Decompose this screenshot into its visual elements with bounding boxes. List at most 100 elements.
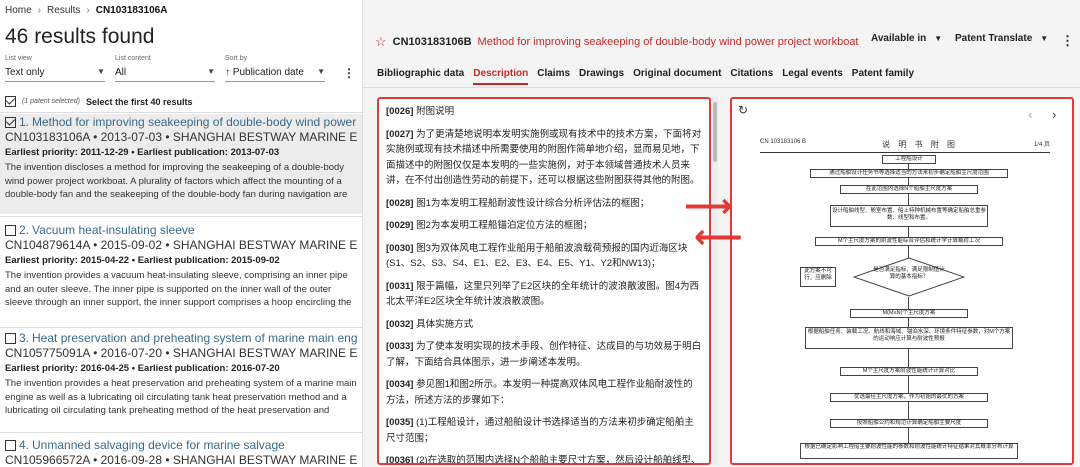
result-title[interactable]: Heat preservation and preheating system … bbox=[32, 332, 357, 345]
available-in-button[interactable]: Available in ▼ bbox=[871, 33, 942, 44]
result-checkbox[interactable] bbox=[5, 225, 16, 236]
breadcrumb: Home › Results › CN103183106A bbox=[5, 5, 167, 16]
result-item[interactable]: 1. Method for improving seakeeping of dou… bbox=[0, 114, 362, 214]
chevron-down-icon: ▼ bbox=[207, 67, 215, 76]
select-first-40-link[interactable]: Select the first 40 results bbox=[86, 97, 193, 107]
result-meta: CN103183106A • 2013-07-03 • SHANGHAI BES… bbox=[5, 131, 357, 144]
available-in-label: Available in bbox=[871, 33, 927, 44]
chevron-down-icon: ▼ bbox=[97, 67, 105, 76]
result-number: 4. bbox=[19, 439, 30, 452]
list-view-label: List view bbox=[5, 55, 32, 62]
list-content-select[interactable]: List content All ▼ bbox=[115, 55, 215, 82]
chevron-left-icon[interactable]: ‹ bbox=[1028, 107, 1032, 122]
result-item[interactable]: 3. Heat preservation and preheating syste… bbox=[0, 330, 362, 434]
chevron-right-icon: › bbox=[37, 5, 42, 16]
drawing-doc-number: CN 103183106 B bbox=[760, 139, 807, 145]
patent-number: CN103183106B bbox=[392, 36, 472, 48]
selection-row: (1 patent selected) Select the first 40 … bbox=[5, 96, 193, 107]
tab-patent-family[interactable]: Patent family bbox=[852, 68, 914, 85]
flowchart-box: 根据已确定影响工程船主要耐波性能的参数和耐波性能统计特征结果对其概率分布计算 bbox=[800, 443, 1018, 459]
result-title[interactable]: Vacuum heat-insulating sleeve bbox=[32, 224, 195, 237]
select-all-checkbox[interactable] bbox=[5, 96, 16, 107]
drawing-heading: 说 明 书 附 图 bbox=[882, 140, 958, 149]
flowchart-box: M(M≤N)个主尺度方案 bbox=[850, 309, 968, 318]
result-item[interactable]: 2. Vacuum heat-insulating sleeve CN104879… bbox=[0, 222, 362, 326]
paragraph: [0030] 图3为双体风电工程作业船用于船舶波浪载荷预报的国内近海区块(S1、… bbox=[386, 242, 688, 270]
chevron-right-icon[interactable]: › bbox=[1052, 107, 1056, 122]
result-checkbox[interactable] bbox=[5, 333, 16, 344]
list-content-value: All bbox=[115, 67, 127, 78]
paragraph: [0036] (2)在选取的范围内选择N个船舶主要尺寸方案，然后设计船舶线型、船 bbox=[386, 455, 701, 465]
result-number: 1. bbox=[19, 116, 30, 129]
paragraph: [0032] 具体实施方式 bbox=[386, 318, 474, 330]
filters-bar: List view Text only ▼ List content All ▼ S… bbox=[5, 55, 325, 82]
flowchart-box: M个主尺度方案的耐波性能综合评估和统计学计算载荷工况 bbox=[815, 237, 1003, 246]
paragraph: [0033] 为了使本发明实现的技术手段、创作特征、达成目的与功效易于明白了解，… bbox=[386, 341, 702, 368]
flowchart-box: 根据船舶任务、装载工况、航线和海域、锚泊水深、环境条件特征参数，对M个方案的运动… bbox=[805, 327, 1013, 349]
patent-translate-button[interactable]: Patent Translate ▼ bbox=[955, 33, 1048, 44]
flowchart-box: 通过船舶设计任务书等选择适当的方法来初步确定船舶主尺度范围 bbox=[810, 169, 1008, 178]
result-priority: Earliest priority: 2015-04-22 • Earliest… bbox=[5, 255, 280, 266]
result-priority: Earliest priority: 2016-04-25 • Earliest… bbox=[5, 363, 280, 374]
patent-tabs: Bibliographic data Description Claims Dr… bbox=[377, 68, 914, 85]
arrow-left-icon: ⟵ bbox=[694, 217, 743, 257]
chevron-down-icon: ▼ bbox=[317, 67, 325, 76]
description-text: [0026] 附图说明 [0027] 为了更清楚地说明本发明实施例或现有技术中的… bbox=[377, 97, 711, 465]
paragraph: [0028] 图1为本发明工程船耐波性设计综合分析评估法的框图； bbox=[386, 197, 650, 209]
chevron-down-icon: ▼ bbox=[1040, 34, 1049, 43]
breadcrumb-results[interactable]: Results bbox=[47, 5, 80, 16]
result-number: 3. bbox=[19, 332, 30, 345]
breadcrumb-current: CN103183106A bbox=[95, 5, 168, 16]
sort-by-label: Sort by bbox=[225, 55, 248, 62]
paragraph: [0034] 参见图1和图2所示。本发明一种提高双体风电工程作业船耐波性的方法，… bbox=[386, 379, 693, 406]
result-abstract: The invention provides a vacuum heat-ins… bbox=[5, 270, 352, 308]
breadcrumb-home[interactable]: Home bbox=[5, 5, 32, 16]
results-panel: Home › Results › CN103183106A 46 results… bbox=[0, 0, 362, 467]
result-checkbox[interactable] bbox=[5, 117, 16, 128]
result-title[interactable]: Unmanned salvaging device for marine sal… bbox=[32, 439, 285, 452]
flowchart-box: 设计船舶线型、舱室布置、船上特种机械布置等确定船舶总重参数、线型和布置。 bbox=[830, 205, 988, 227]
list-view-select[interactable]: List view Text only ▼ bbox=[5, 55, 105, 82]
rotate-icon[interactable]: ↻ bbox=[738, 103, 748, 117]
drawing-viewer: ↻ ‹ › CN 103183106 B 说 明 书 附 图 1/4 页 工程船… bbox=[730, 97, 1074, 465]
sort-by-value: ↑ Publication date bbox=[225, 67, 304, 78]
more-options-icon[interactable]: ⋮ bbox=[1061, 33, 1074, 49]
result-number: 2. bbox=[19, 224, 30, 237]
chevron-right-icon: › bbox=[86, 5, 90, 16]
tab-legal-events[interactable]: Legal events bbox=[782, 68, 843, 85]
tab-description[interactable]: Description bbox=[473, 68, 529, 85]
chevron-down-icon: ▼ bbox=[934, 34, 943, 43]
tab-original-document[interactable]: Original document bbox=[633, 68, 721, 85]
tab-citations[interactable]: Citations bbox=[730, 68, 773, 85]
drawing-page: 1/4 页 bbox=[1033, 142, 1050, 148]
results-count: 46 results found bbox=[5, 25, 155, 48]
list-view-value: Text only bbox=[5, 67, 45, 78]
sort-by-select[interactable]: Sort by ↑ Publication date ▼ bbox=[225, 55, 325, 82]
paragraph: [0035] (1)工程船设计，通过船舶设计书选择适当的方法来初步确定船舶主尺寸… bbox=[386, 417, 694, 444]
flowchart-box: 在此范围内选择N个船舶主尺度方案 bbox=[840, 185, 978, 194]
result-item[interactable]: 4. Unmanned salvaging device for marine s… bbox=[0, 437, 362, 467]
patent-title-row: ☆ CN103183106B Method for improving seak… bbox=[375, 34, 859, 50]
list-content-label: List content bbox=[115, 55, 151, 62]
flowchart-box: 工程船设计 bbox=[882, 155, 936, 164]
result-meta: CN104879614A • 2015-09-02 • SHANGHAI BES… bbox=[5, 239, 357, 252]
result-checkbox[interactable] bbox=[5, 440, 16, 451]
drawing-sheet: CN 103183106 B 说 明 书 附 图 1/4 页 工程船设计 通过船… bbox=[760, 129, 1050, 463]
result-meta: CN105966572A • 2016-09-28 • SHANGHAI BES… bbox=[5, 454, 357, 467]
result-title[interactable]: Method for improving seakeeping of doubl… bbox=[32, 116, 357, 129]
flowchart-box: M个主尺度方案耐波性能统计计算对比 bbox=[840, 367, 978, 376]
star-icon[interactable]: ☆ bbox=[375, 34, 387, 50]
tab-bibliographic-data[interactable]: Bibliographic data bbox=[377, 68, 464, 85]
flowchart-box: 此方案不可行，应删除 bbox=[800, 267, 836, 287]
selection-note: (1 patent selected) bbox=[22, 98, 80, 105]
more-options-icon[interactable]: ⋮ bbox=[343, 66, 355, 80]
tab-drawings[interactable]: Drawings bbox=[579, 68, 624, 85]
paragraph: [0029] 图2为本发明工程船锚泊定位方法的框图； bbox=[386, 220, 593, 231]
tab-claims[interactable]: Claims bbox=[537, 68, 570, 85]
patent-translate-label: Patent Translate bbox=[955, 33, 1033, 44]
decision-text: 是否满足指标、满足限制值计算的基本指标？ bbox=[873, 267, 945, 280]
result-abstract: The invention discloses a method for imp… bbox=[5, 162, 348, 200]
description-scrollbar[interactable] bbox=[712, 97, 718, 465]
flowchart-box: 优选最佳主尺度方案，作为初始的最优的方案 bbox=[830, 393, 988, 402]
result-abstract: The invention provides a heat preservati… bbox=[5, 378, 357, 416]
